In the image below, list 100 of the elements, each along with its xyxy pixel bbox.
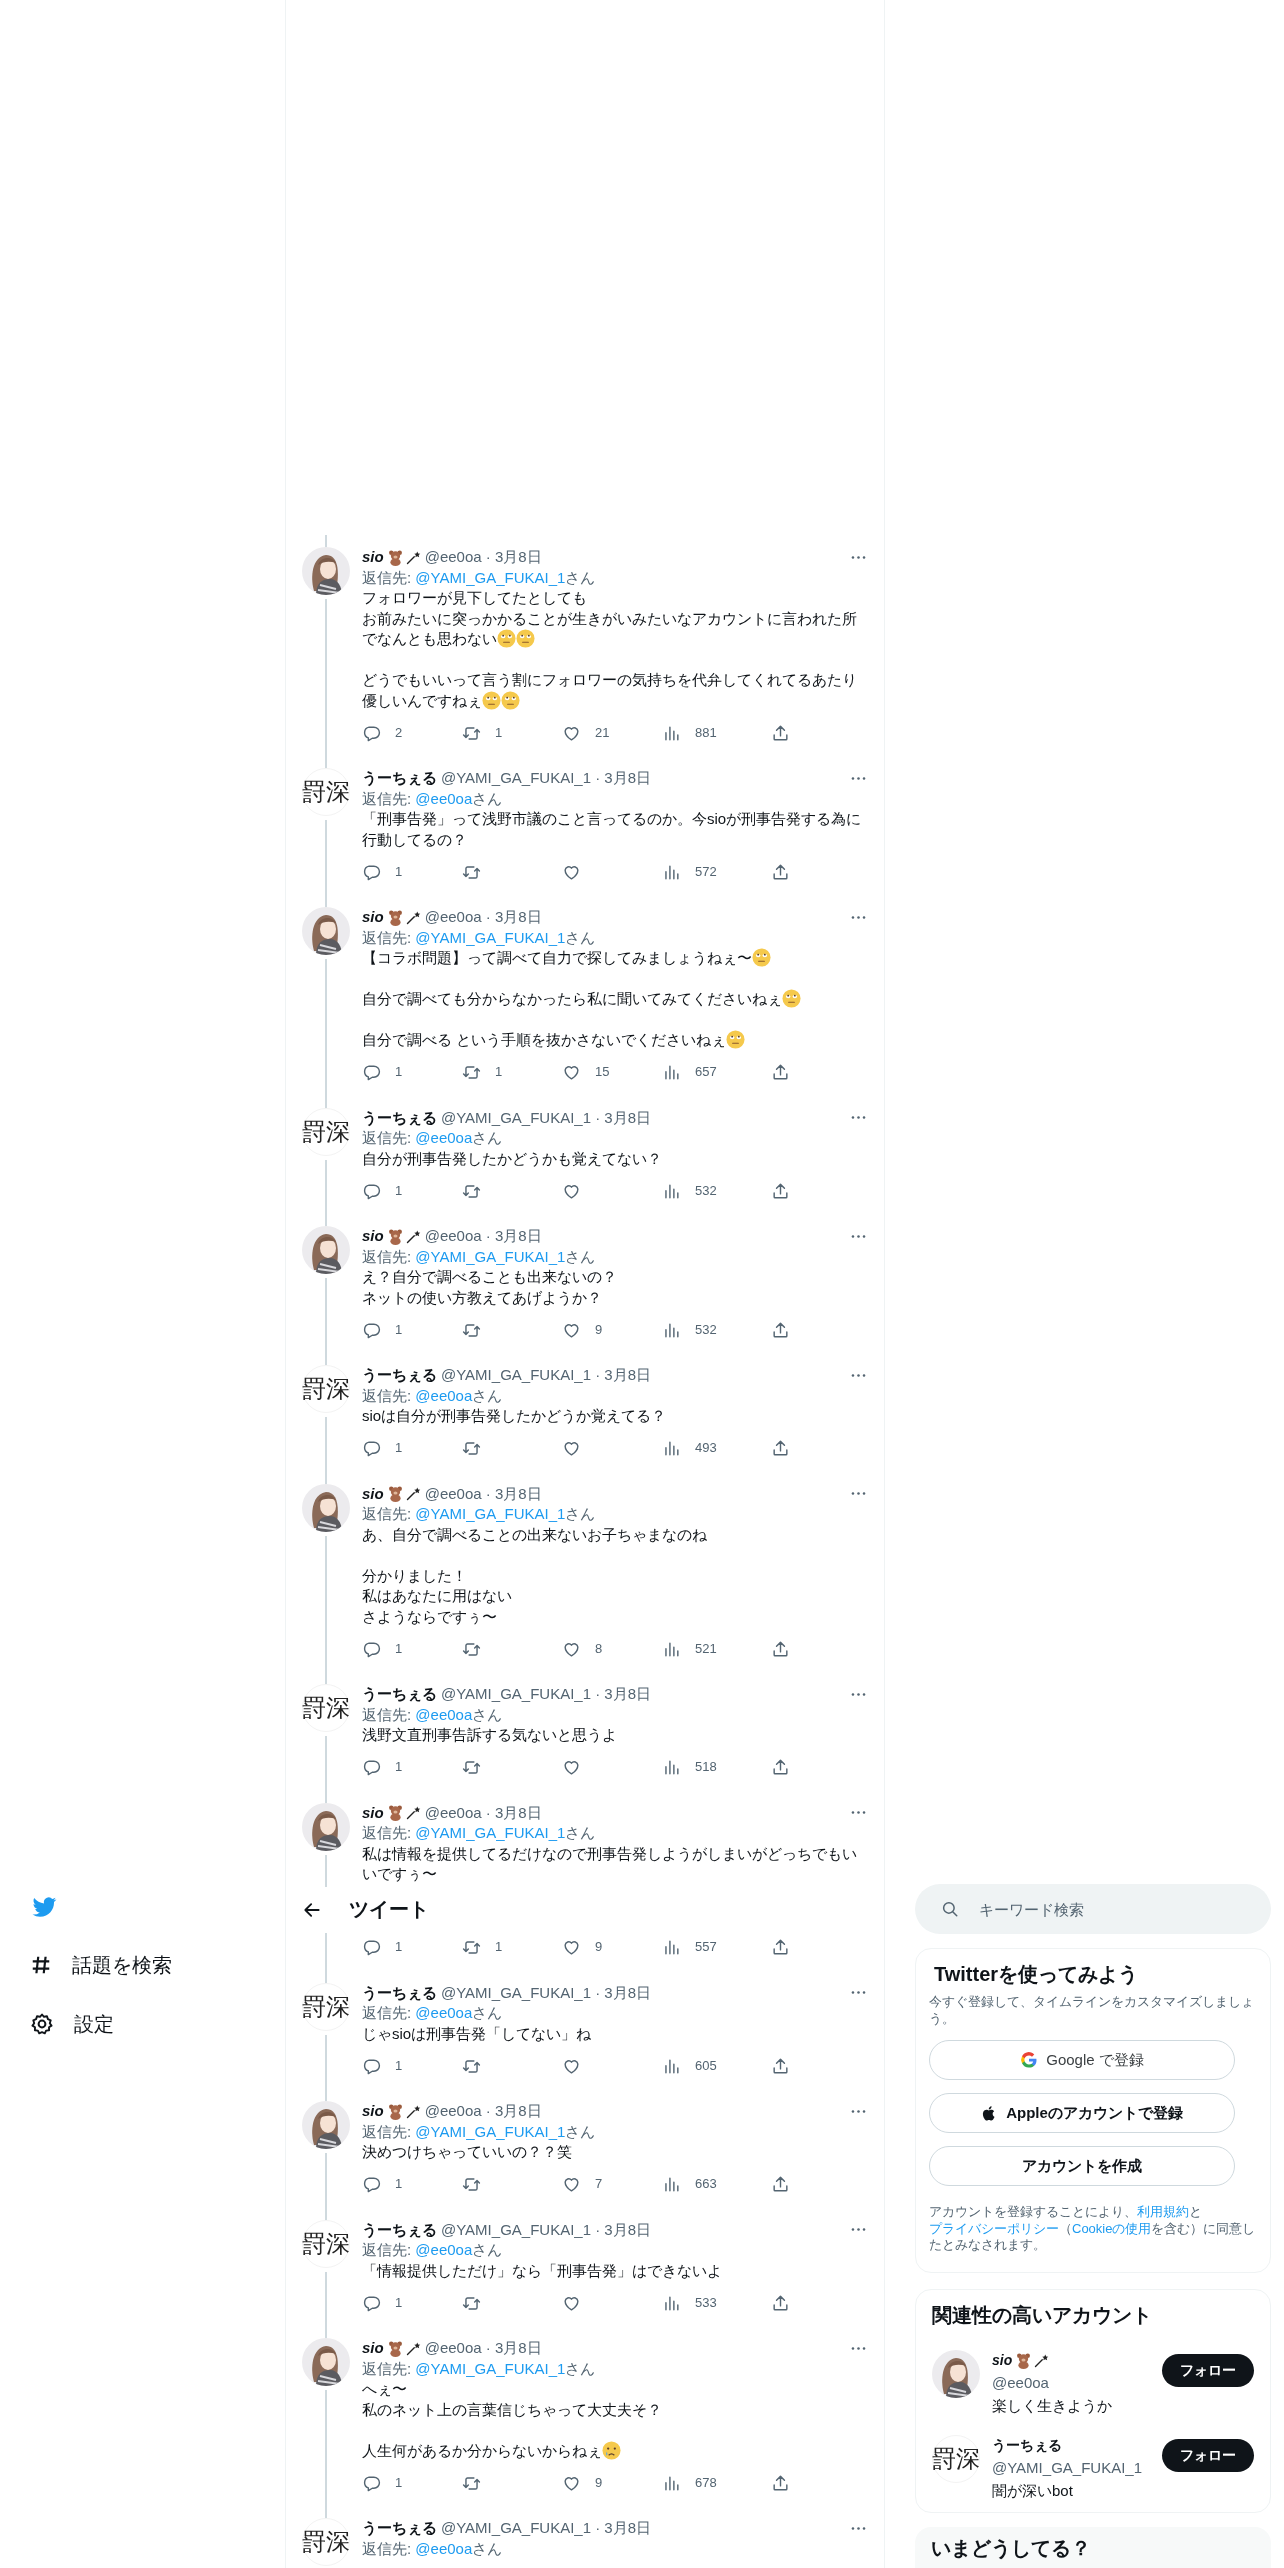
share-icon[interactable] xyxy=(771,1181,790,1201)
user-name[interactable]: うーちぇる xyxy=(992,2433,1062,2457)
user-name[interactable]: sio xyxy=(362,1802,384,1823)
user-name[interactable]: うーちぇる xyxy=(362,1684,437,1705)
reply-icon[interactable] xyxy=(362,723,381,743)
reply-icon[interactable] xyxy=(362,862,381,882)
avatar[interactable]: 罸深 xyxy=(302,1107,350,1156)
hash-icon[interactable] xyxy=(30,1954,52,1976)
user-name[interactable]: うーちぇる xyxy=(362,1107,437,1128)
retweet-icon[interactable] xyxy=(462,2175,481,2194)
share-icon[interactable] xyxy=(771,1938,790,1957)
avatar[interactable]: 罸深 xyxy=(302,1982,350,2031)
share-icon[interactable] xyxy=(771,2056,790,2076)
reply-icon[interactable] xyxy=(362,1758,381,1777)
share-icon[interactable] xyxy=(771,723,790,743)
reply-icon[interactable] xyxy=(362,1938,381,1957)
byline: @YAMI_GA_FUKAI_1 · 3月8日 xyxy=(441,1982,651,2003)
reply-icon[interactable] xyxy=(362,2293,381,2313)
heart-icon[interactable] xyxy=(562,1758,581,1777)
share-icon[interactable] xyxy=(771,1758,790,1777)
share-icon[interactable] xyxy=(771,2473,790,2493)
byline: @ee0oa · 3月8日 xyxy=(424,1802,542,1823)
user-name[interactable]: うーちぇる xyxy=(362,1982,437,2003)
avatar[interactable] xyxy=(302,1226,350,1274)
avatar[interactable] xyxy=(302,547,350,595)
share-icon[interactable] xyxy=(771,1320,790,1340)
crying-face-icon xyxy=(602,2440,621,2460)
teddy-bear-icon xyxy=(386,2339,404,2357)
avatar[interactable] xyxy=(302,2101,350,2149)
avatar[interactable] xyxy=(302,2338,350,2386)
follow-button[interactable]: フォロー xyxy=(1162,2353,1254,2387)
user-name[interactable]: sio xyxy=(362,1226,384,1247)
like-count: 21 xyxy=(595,723,610,742)
settings-icon[interactable] xyxy=(30,2012,54,2036)
reply-icon[interactable] xyxy=(362,2056,381,2076)
sign-in-button[interactable]: Appleのアカウントで登録 xyxy=(929,2093,1235,2133)
teddy-bear-icon xyxy=(1015,2351,1033,2369)
byline: @YAMI_GA_FUKAI_1 · 3月8日 xyxy=(441,2219,651,2240)
bar-chart-icon[interactable] xyxy=(662,1938,681,1957)
reply-icon[interactable] xyxy=(362,1063,381,1082)
avatar[interactable]: 罸深 xyxy=(302,1684,350,1732)
reply-icon[interactable] xyxy=(362,1439,381,1458)
avatar[interactable]: 罸深 xyxy=(932,2434,980,2483)
user-name[interactable]: うーちぇる xyxy=(362,2219,437,2240)
wand-icon xyxy=(405,2340,421,2356)
reply-count: 1 xyxy=(395,1439,403,1458)
avatar[interactable]: 罸深 xyxy=(302,2518,350,2566)
share-icon[interactable] xyxy=(771,2293,790,2313)
search-field[interactable]: キーワード検索 xyxy=(915,1884,1271,1934)
reply-line: 返信先: @ee0oaさん xyxy=(362,1704,504,1725)
tweet-text: さようならですぅ〜 xyxy=(362,1607,497,1625)
nav-link[interactable]: 設定 xyxy=(74,2012,114,2036)
avatar[interactable] xyxy=(302,1802,350,1851)
follow-button[interactable]: フォロー xyxy=(1162,2438,1254,2472)
avatar[interactable]: 罸深 xyxy=(302,1365,350,1413)
retweet-icon[interactable] xyxy=(462,1758,481,1777)
user-name[interactable]: sio xyxy=(992,2348,1013,2372)
avatar[interactable] xyxy=(302,1483,350,1532)
bar-chart-icon[interactable] xyxy=(662,1758,681,1777)
retweet-icon[interactable] xyxy=(462,1938,481,1957)
share-icon[interactable] xyxy=(771,862,790,882)
heart-icon[interactable] xyxy=(562,1439,581,1458)
share-icon[interactable] xyxy=(771,1063,790,1082)
reply-icon[interactable] xyxy=(362,2473,381,2493)
reply-icon[interactable] xyxy=(362,1639,381,1659)
user-name[interactable]: うーちぇる xyxy=(362,2518,437,2539)
sign-in-button[interactable]: Google で登録 xyxy=(929,2040,1235,2080)
avatar[interactable]: 罸深 xyxy=(302,2219,350,2268)
share-icon[interactable] xyxy=(771,1639,790,1659)
user-name[interactable]: sio xyxy=(362,547,384,568)
retweet-icon[interactable] xyxy=(462,1439,481,1458)
avatar[interactable]: 罸深 xyxy=(302,768,350,816)
google-logo-icon xyxy=(1020,2051,1039,2069)
user-name[interactable]: sio xyxy=(362,907,384,928)
avatar[interactable] xyxy=(932,2349,980,2398)
avatar[interactable] xyxy=(302,907,350,955)
bar-chart-icon[interactable] xyxy=(662,1439,681,1458)
bar-chart-icon[interactable] xyxy=(662,2175,681,2194)
reply-icon[interactable] xyxy=(362,2175,381,2194)
share-icon[interactable] xyxy=(771,2175,790,2194)
user-name[interactable]: うーちぇる xyxy=(362,768,437,789)
reply-count: 1 xyxy=(395,862,403,881)
reply-line: 返信先: @ee0oaさん xyxy=(362,2538,504,2559)
reply-icon[interactable] xyxy=(362,1181,381,1201)
user-name[interactable]: うーちぇる xyxy=(362,1365,437,1386)
reply-icon[interactable] xyxy=(362,1320,381,1340)
heart-icon[interactable] xyxy=(562,1063,581,1082)
byline: @ee0oa · 3月8日 xyxy=(424,2338,542,2358)
views-count: 532 xyxy=(695,1320,717,1339)
create-account-button[interactable]: アカウントを作成 xyxy=(929,2146,1235,2186)
user-name[interactable]: sio xyxy=(362,1483,384,1504)
share-icon[interactable] xyxy=(771,1439,790,1458)
user-name[interactable]: sio xyxy=(362,2101,384,2122)
retweet-icon[interactable] xyxy=(462,1063,481,1082)
user-bio: 闇が深いbot xyxy=(992,2480,1074,2501)
heart-icon[interactable] xyxy=(562,2175,581,2194)
nav-link[interactable]: 話題を検索 xyxy=(72,1953,172,1977)
heart-icon[interactable] xyxy=(562,1938,581,1957)
user-name[interactable]: sio xyxy=(362,2338,384,2359)
bar-chart-icon[interactable] xyxy=(662,1063,681,1082)
